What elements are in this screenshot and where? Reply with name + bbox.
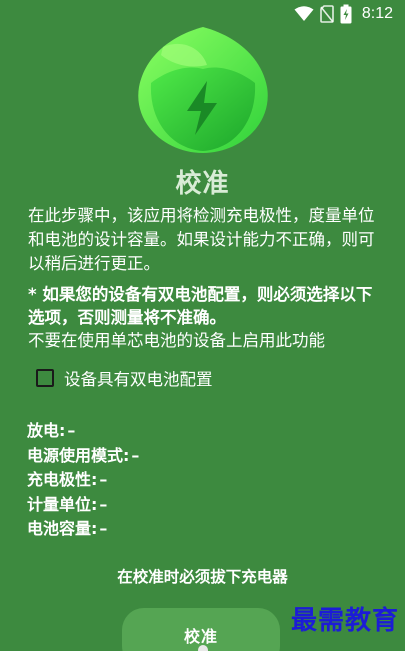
page-dot	[198, 645, 208, 651]
status-bar: 8:12	[0, 0, 405, 28]
info-discharge: 放电: –	[27, 419, 139, 444]
info-power-mode-value: –	[131, 445, 140, 465]
info-polarity-label: 充电极性:	[27, 470, 98, 489]
info-capacity-label: 电池容量:	[27, 519, 98, 538]
page-title: 校准	[175, 169, 230, 199]
status-time: 8:12	[361, 5, 393, 22]
calibration-screen: 8:12 校准 在此步骤中，该应用将检测充电极性，度量单位和电池的设计容量。如果…	[0, 0, 405, 651]
watermark: 最需教育	[290, 606, 399, 636]
battery-info-list: 放电: – 电源使用模式: – 充电极性: – 计量单位: – 电池容量: –	[27, 419, 139, 542]
dual-battery-checkbox[interactable]	[36, 369, 54, 387]
info-unit: 计量单位: –	[27, 493, 139, 518]
info-polarity: 充电极性: –	[27, 468, 139, 493]
leaf-lightning-icon	[138, 27, 268, 153]
calibration-description: 在此步骤中，该应用将检测充电极性，度量单位和电池的设计容量。如果设计能力不正确，…	[28, 206, 375, 273]
info-discharge-label: 放电:	[27, 421, 66, 440]
info-polarity-value: –	[99, 470, 108, 489]
info-capacity: 电池容量: –	[27, 517, 139, 542]
page-indicator	[198, 645, 208, 651]
wifi-icon	[294, 6, 314, 21]
status-icons: 8:12	[294, 4, 393, 24]
dual-battery-warning-text: * 如果您的设备有双电池配置，则必须选择以下选项，否则测量将不准确。	[28, 285, 373, 327]
single-cell-warning-text: 不要在使用单芯电池的设备上启用此功能	[28, 331, 325, 350]
no-sim-icon	[320, 5, 334, 23]
info-capacity-value: –	[99, 519, 108, 538]
dual-battery-warning: * 如果您的设备有双电池配置，则必须选择以下选项，否则测量将不准确。 不要在使用…	[28, 283, 378, 352]
info-power-mode-label: 电源使用模式:	[27, 445, 130, 465]
info-unit-value: –	[99, 494, 108, 514]
info-unit-label: 计量单位:	[27, 494, 98, 514]
battery-charging-icon	[340, 4, 352, 24]
dual-battery-checkbox-row[interactable]: 设备具有双电池配置	[36, 366, 213, 390]
unplug-charger-notice: 在校准时必须拔下充电器	[117, 568, 288, 586]
info-power-mode: 电源使用模式: –	[27, 444, 139, 469]
dual-battery-checkbox-label: 设备具有双电池配置	[64, 370, 213, 389]
info-discharge-value: –	[67, 421, 76, 440]
